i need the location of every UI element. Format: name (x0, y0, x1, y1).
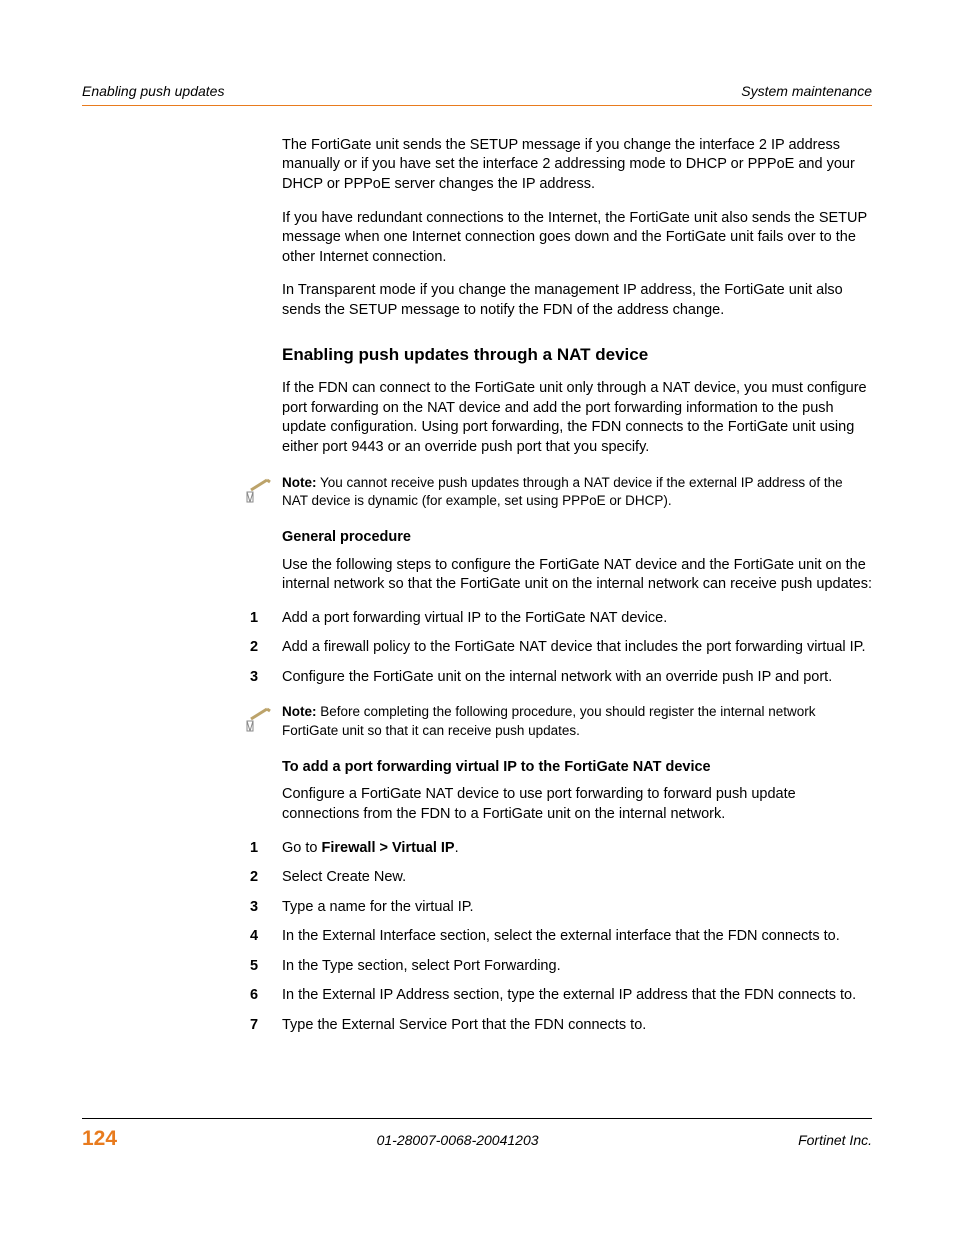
step-text: In the External Interface section, selec… (282, 927, 872, 947)
paragraph: If you have redundant connections to the… (282, 209, 872, 268)
note-content: You cannot receive push updates through … (282, 475, 843, 508)
ordered-list: 1Add a port forwarding virtual IP to the… (234, 609, 872, 688)
note-label: Note: (282, 475, 317, 490)
header-right: System maintenance (741, 82, 872, 101)
page-number: 124 (82, 1125, 117, 1153)
step-number: 6 (234, 986, 282, 1006)
step-text: In the External IP Address section, type… (282, 986, 872, 1006)
paragraph: The FortiGate unit sends the SETUP messa… (282, 136, 872, 195)
page-footer: 124 01-28007-0068-20041203 Fortinet Inc. (82, 1118, 872, 1153)
list-item: 1Add a port forwarding virtual IP to the… (234, 609, 872, 629)
list-item: 3Configure the FortiGate unit on the int… (234, 668, 872, 688)
section-heading: Enabling push updates through a NAT devi… (282, 344, 872, 367)
step-number: 2 (234, 868, 282, 888)
note-block: Note: Before completing the following pr… (234, 703, 872, 739)
note-text: Note: You cannot receive push updates th… (282, 474, 872, 510)
footer-row: 124 01-28007-0068-20041203 Fortinet Inc. (82, 1125, 872, 1153)
paragraph: Use the following steps to configure the… (282, 556, 872, 595)
step-number: 5 (234, 957, 282, 977)
step-text: Type a name for the virtual IP. (282, 898, 872, 918)
note-block: Note: You cannot receive push updates th… (234, 474, 872, 510)
footer-rule (82, 1118, 872, 1119)
step-text: Type the External Service Port that the … (282, 1016, 872, 1036)
running-header: Enabling push updates System maintenance (82, 82, 872, 105)
step-number: 3 (234, 898, 282, 918)
step-number: 7 (234, 1016, 282, 1036)
list-item: 3Type a name for the virtual IP. (234, 898, 872, 918)
note-pencil-icon (234, 703, 282, 735)
note-content: Before completing the following procedur… (282, 704, 816, 737)
step-number: 3 (234, 668, 282, 688)
paragraph: In Transparent mode if you change the ma… (282, 281, 872, 320)
paragraph: If the FDN can connect to the FortiGate … (282, 379, 872, 457)
menu-path: Firewall > Virtual IP (322, 840, 455, 856)
body-column: The FortiGate unit sends the SETUP messa… (282, 136, 872, 1036)
list-item: 6In the External IP Address section, typ… (234, 986, 872, 1006)
paragraph: Configure a FortiGate NAT device to use … (282, 785, 872, 824)
step-number: 1 (234, 609, 282, 629)
step-number: 4 (234, 927, 282, 947)
step-text: Add a firewall policy to the FortiGate N… (282, 638, 872, 658)
note-label: Note: (282, 704, 317, 719)
step-text: In the Type section, select Port Forward… (282, 957, 872, 977)
note-pencil-icon (234, 474, 282, 506)
step-text: Add a port forwarding virtual IP to the … (282, 609, 872, 629)
ordered-list: 1 Go to Firewall > Virtual IP. 2Select C… (234, 839, 872, 1036)
list-item: 1 Go to Firewall > Virtual IP. (234, 839, 872, 859)
document-page: Enabling push updates System maintenance… (0, 0, 954, 1235)
note-text: Note: Before completing the following pr… (282, 703, 872, 739)
step-number: 2 (234, 638, 282, 658)
step-text: Go to Firewall > Virtual IP. (282, 839, 872, 859)
list-item: 2Select Create New. (234, 868, 872, 888)
subheading: General procedure (282, 528, 872, 548)
subheading: To add a port forwarding virtual IP to t… (282, 758, 872, 778)
step-fragment: . (455, 840, 459, 856)
list-item: 7Type the External Service Port that the… (234, 1016, 872, 1036)
list-item: 4In the External Interface section, sele… (234, 927, 872, 947)
step-text: Select Create New. (282, 868, 872, 888)
step-fragment: Go to (282, 840, 322, 856)
list-item: 5In the Type section, select Port Forwar… (234, 957, 872, 977)
header-left: Enabling push updates (82, 82, 224, 101)
list-item: 2Add a firewall policy to the FortiGate … (234, 638, 872, 658)
company-name: Fortinet Inc. (798, 1131, 872, 1150)
document-id: 01-28007-0068-20041203 (377, 1131, 539, 1150)
header-rule (82, 105, 872, 106)
step-number: 1 (234, 839, 282, 859)
step-text: Configure the FortiGate unit on the inte… (282, 668, 872, 688)
